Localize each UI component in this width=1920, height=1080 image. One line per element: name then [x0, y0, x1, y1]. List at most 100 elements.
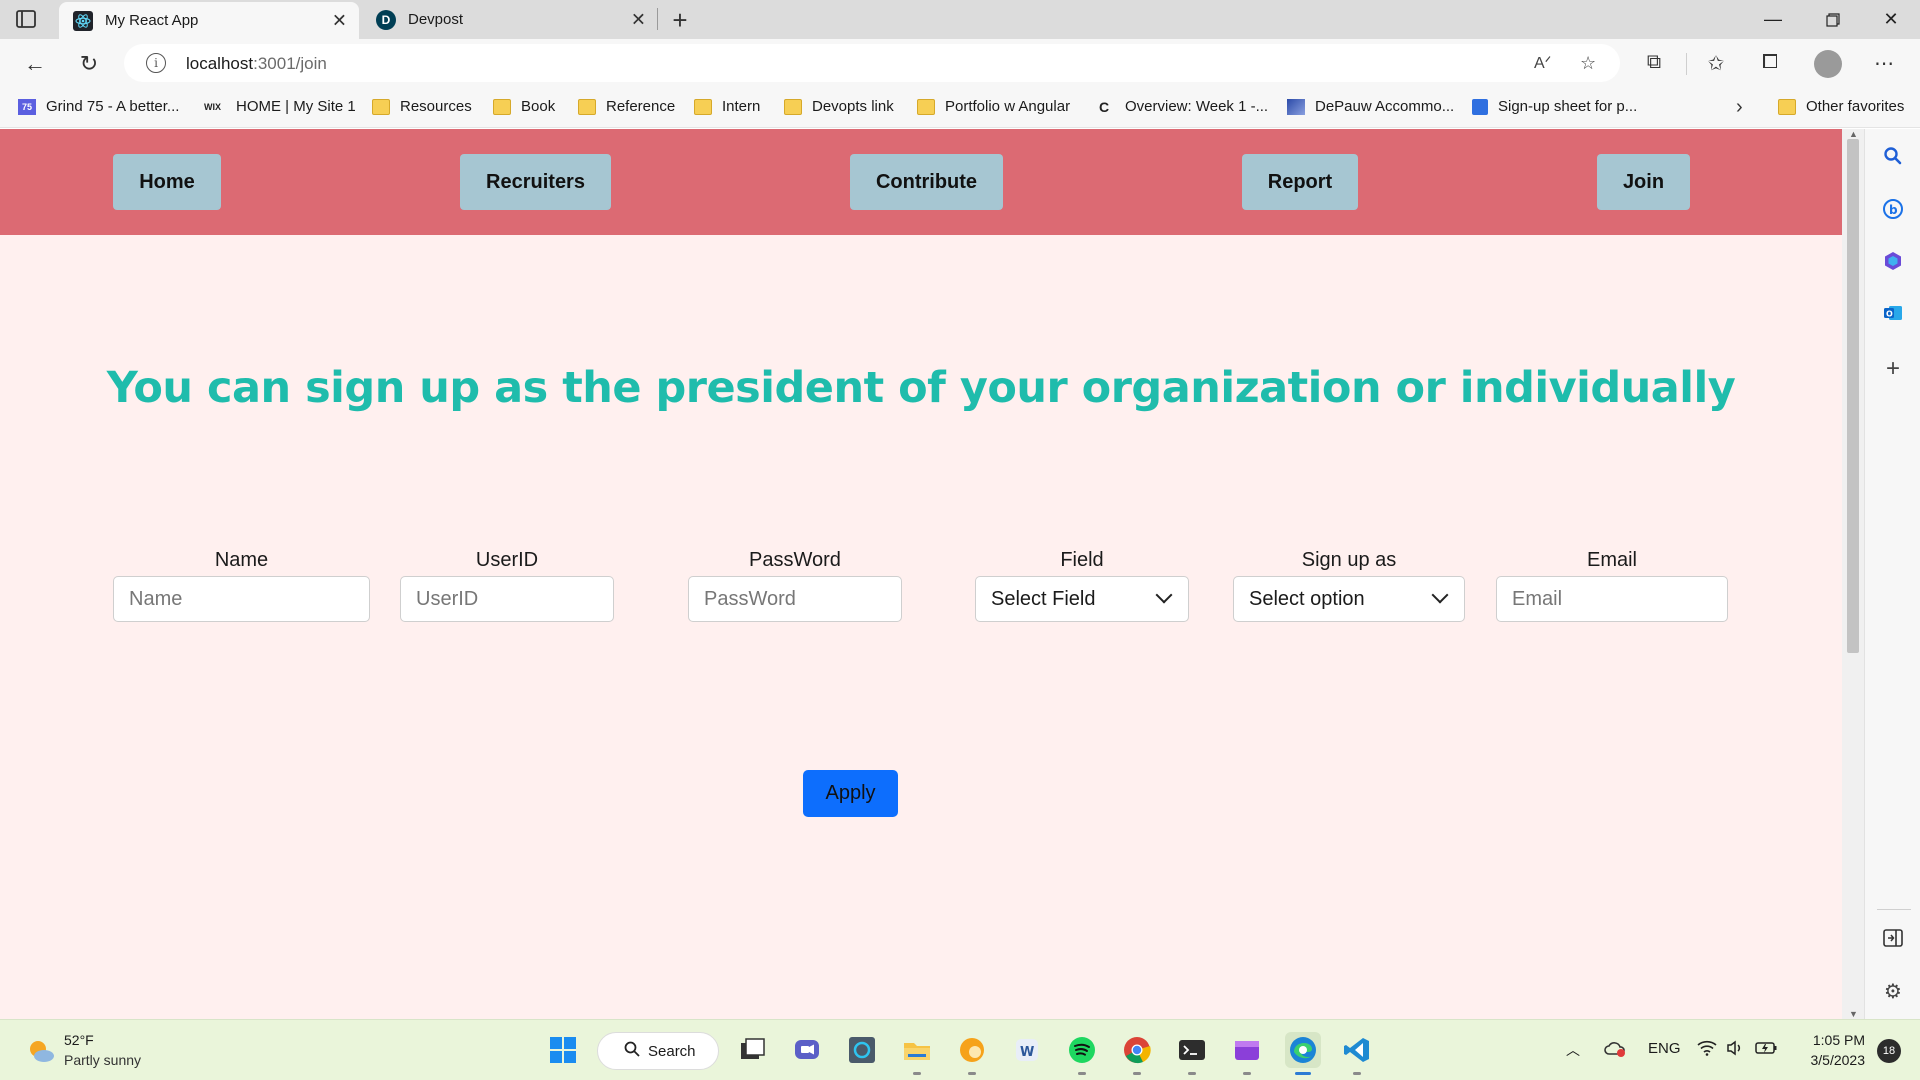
settings-gear-icon[interactable]: ⚙: [1881, 979, 1905, 1003]
bing-chat-icon[interactable]: b: [1881, 197, 1905, 221]
favorites-icon[interactable]: ✩: [1702, 51, 1730, 76]
signup-as-select[interactable]: Select option: [1233, 576, 1465, 622]
scrollbar-thumb[interactable]: [1847, 139, 1859, 653]
favorite-folder-devopts[interactable]: Devopts link: [784, 98, 894, 115]
battery-icon[interactable]: [1754, 1040, 1778, 1060]
teams-chat-icon[interactable]: [792, 1035, 822, 1065]
outlook-icon[interactable]: O: [1881, 301, 1905, 325]
svg-text:O: O: [1886, 310, 1893, 319]
wifi-icon[interactable]: [1697, 1040, 1717, 1060]
close-tab-icon[interactable]: ✕: [332, 10, 347, 31]
new-tab-button[interactable]: +: [664, 4, 696, 36]
docs-icon: [1472, 98, 1488, 115]
running-indicator: [968, 1072, 976, 1075]
name-input[interactable]: Name: [113, 576, 370, 622]
show-hidden-icons-chevron[interactable]: ︿: [1566, 1040, 1580, 1060]
chrome-icon[interactable]: [1122, 1035, 1152, 1075]
vscode-icon[interactable]: [1342, 1035, 1372, 1075]
apply-button[interactable]: Apply: [803, 770, 898, 817]
name-label: Name: [214, 549, 269, 571]
tab-devpost[interactable]: D Devpost ✕: [362, 0, 658, 39]
tab-strip: My React App ✕ D Devpost ✕ + — ✕: [0, 0, 1920, 39]
field-select[interactable]: Select Field: [975, 576, 1189, 622]
clock-time[interactable]: 1:05 PM: [1807, 1032, 1865, 1048]
volume-icon[interactable]: [1726, 1040, 1744, 1060]
userid-label: UserID: [475, 549, 539, 571]
userid-input[interactable]: UserID: [400, 576, 614, 622]
depauw-icon: [1287, 98, 1305, 115]
favorite-folder-resources[interactable]: Resources: [372, 98, 472, 115]
tab-divider: [657, 8, 658, 30]
chevron-right-icon[interactable]: ›: [1736, 96, 1743, 119]
tab-title: Devpost: [408, 11, 464, 28]
url-text[interactable]: localhost:3001/join: [186, 54, 327, 74]
edge-canary-icon[interactable]: [957, 1035, 987, 1075]
favorite-grind75[interactable]: 75 Grind 75 - A better...: [18, 98, 179, 115]
add-icon[interactable]: +: [1881, 355, 1905, 382]
nav-report-button[interactable]: Report: [1242, 154, 1358, 210]
refresh-icon[interactable]: ↻: [74, 49, 104, 79]
nav-recruiters-button[interactable]: Recruiters: [460, 154, 611, 210]
tab-my-react-app[interactable]: My React App ✕: [59, 2, 359, 39]
favorite-wix[interactable]: WIX HOME | My Site 1: [204, 98, 356, 115]
running-indicator: [1243, 1072, 1251, 1075]
weather-desc[interactable]: Partly sunny: [64, 1052, 141, 1068]
hide-sidebar-icon[interactable]: [1881, 926, 1905, 950]
read-aloud-icon[interactable]: Aᐟ: [1534, 53, 1551, 73]
extensions-icon[interactable]: ⧉: [1640, 51, 1668, 74]
favorite-depauw[interactable]: DePauw Accommo...: [1287, 98, 1454, 115]
email-input[interactable]: Email: [1496, 576, 1728, 622]
weather-temp[interactable]: 52°F: [64, 1032, 94, 1048]
address-bar[interactable]: i localhost:3001/join Aᐟ ☆: [124, 44, 1620, 82]
task-view-icon[interactable]: [737, 1035, 767, 1065]
add-favorite-icon[interactable]: ☆: [1580, 53, 1596, 74]
favorite-signup-sheet[interactable]: Sign-up sheet for p...: [1472, 98, 1637, 115]
favorite-folder-intern[interactable]: Intern: [694, 98, 760, 115]
word-pad-icon[interactable]: W: [1012, 1035, 1042, 1065]
edge-browser-icon[interactable]: [1285, 1032, 1321, 1075]
profile-avatar[interactable]: [1814, 50, 1842, 78]
page-content: Home Recruiters Contribute Report Join Y…: [0, 129, 1842, 1019]
nav-contribute-button[interactable]: Contribute: [850, 154, 1003, 210]
terminal-icon[interactable]: [1177, 1035, 1207, 1075]
nav-join-button[interactable]: Join: [1597, 154, 1690, 210]
start-windows-icon[interactable]: [548, 1035, 578, 1065]
grind75-icon: 75: [18, 98, 36, 115]
file-explorer-icon[interactable]: [902, 1035, 932, 1075]
office-icon[interactable]: [1881, 249, 1905, 273]
site-info-icon[interactable]: i: [146, 53, 166, 73]
scroll-down-icon[interactable]: ▼: [1849, 1009, 1858, 1019]
language-indicator[interactable]: ENG: [1648, 1040, 1681, 1057]
spotify-icon[interactable]: [1067, 1035, 1097, 1075]
close-tab-icon[interactable]: ✕: [631, 9, 646, 30]
favorite-folder-book[interactable]: Book: [493, 98, 555, 115]
page-scrollbar[interactable]: ▲ ▼: [1842, 129, 1864, 1019]
wix-icon: WIX: [204, 101, 221, 112]
password-input[interactable]: PassWord: [688, 576, 902, 622]
minimize-button[interactable]: —: [1744, 0, 1802, 39]
favorite-folder-reference[interactable]: Reference: [578, 98, 675, 115]
favorite-folder-portfolio[interactable]: Portfolio w Angular: [917, 98, 1070, 115]
more-menu-icon[interactable]: ⋯: [1870, 51, 1898, 76]
nav-home-button[interactable]: Home: [113, 154, 221, 210]
notification-badge[interactable]: 18: [1877, 1039, 1901, 1063]
scroll-up-icon[interactable]: ▲: [1849, 129, 1858, 139]
back-arrow-icon[interactable]: ←: [20, 49, 50, 79]
favorite-other-favorites[interactable]: Other favorites: [1778, 98, 1904, 115]
taskbar-search[interactable]: Search: [597, 1032, 719, 1070]
chevron-down-icon: [1155, 586, 1173, 604]
clipchamp-icon[interactable]: [1232, 1035, 1262, 1075]
tab-actions-icon[interactable]: [14, 8, 38, 30]
favorite-overview-week1[interactable]: C Overview: Week 1 -...: [1099, 98, 1268, 115]
onedrive-icon[interactable]: [1604, 1040, 1626, 1062]
restore-button[interactable]: [1804, 0, 1862, 39]
close-window-button[interactable]: ✕: [1862, 0, 1920, 39]
cortana-app-icon[interactable]: [847, 1035, 877, 1065]
clock-date[interactable]: 3/5/2023: [1800, 1052, 1866, 1068]
collections-icon[interactable]: ⧠: [1756, 51, 1784, 74]
partly-sunny-icon[interactable]: [26, 1038, 56, 1064]
browser-toolbar: ← ↻ i localhost:3001/join Aᐟ ☆ ⧉ ✩ ⧠ ⋯: [0, 39, 1920, 88]
search-icon[interactable]: [1881, 144, 1905, 168]
edge-sidebar: b O + ⚙: [1864, 129, 1920, 1019]
coursera-icon: C: [1099, 98, 1110, 115]
